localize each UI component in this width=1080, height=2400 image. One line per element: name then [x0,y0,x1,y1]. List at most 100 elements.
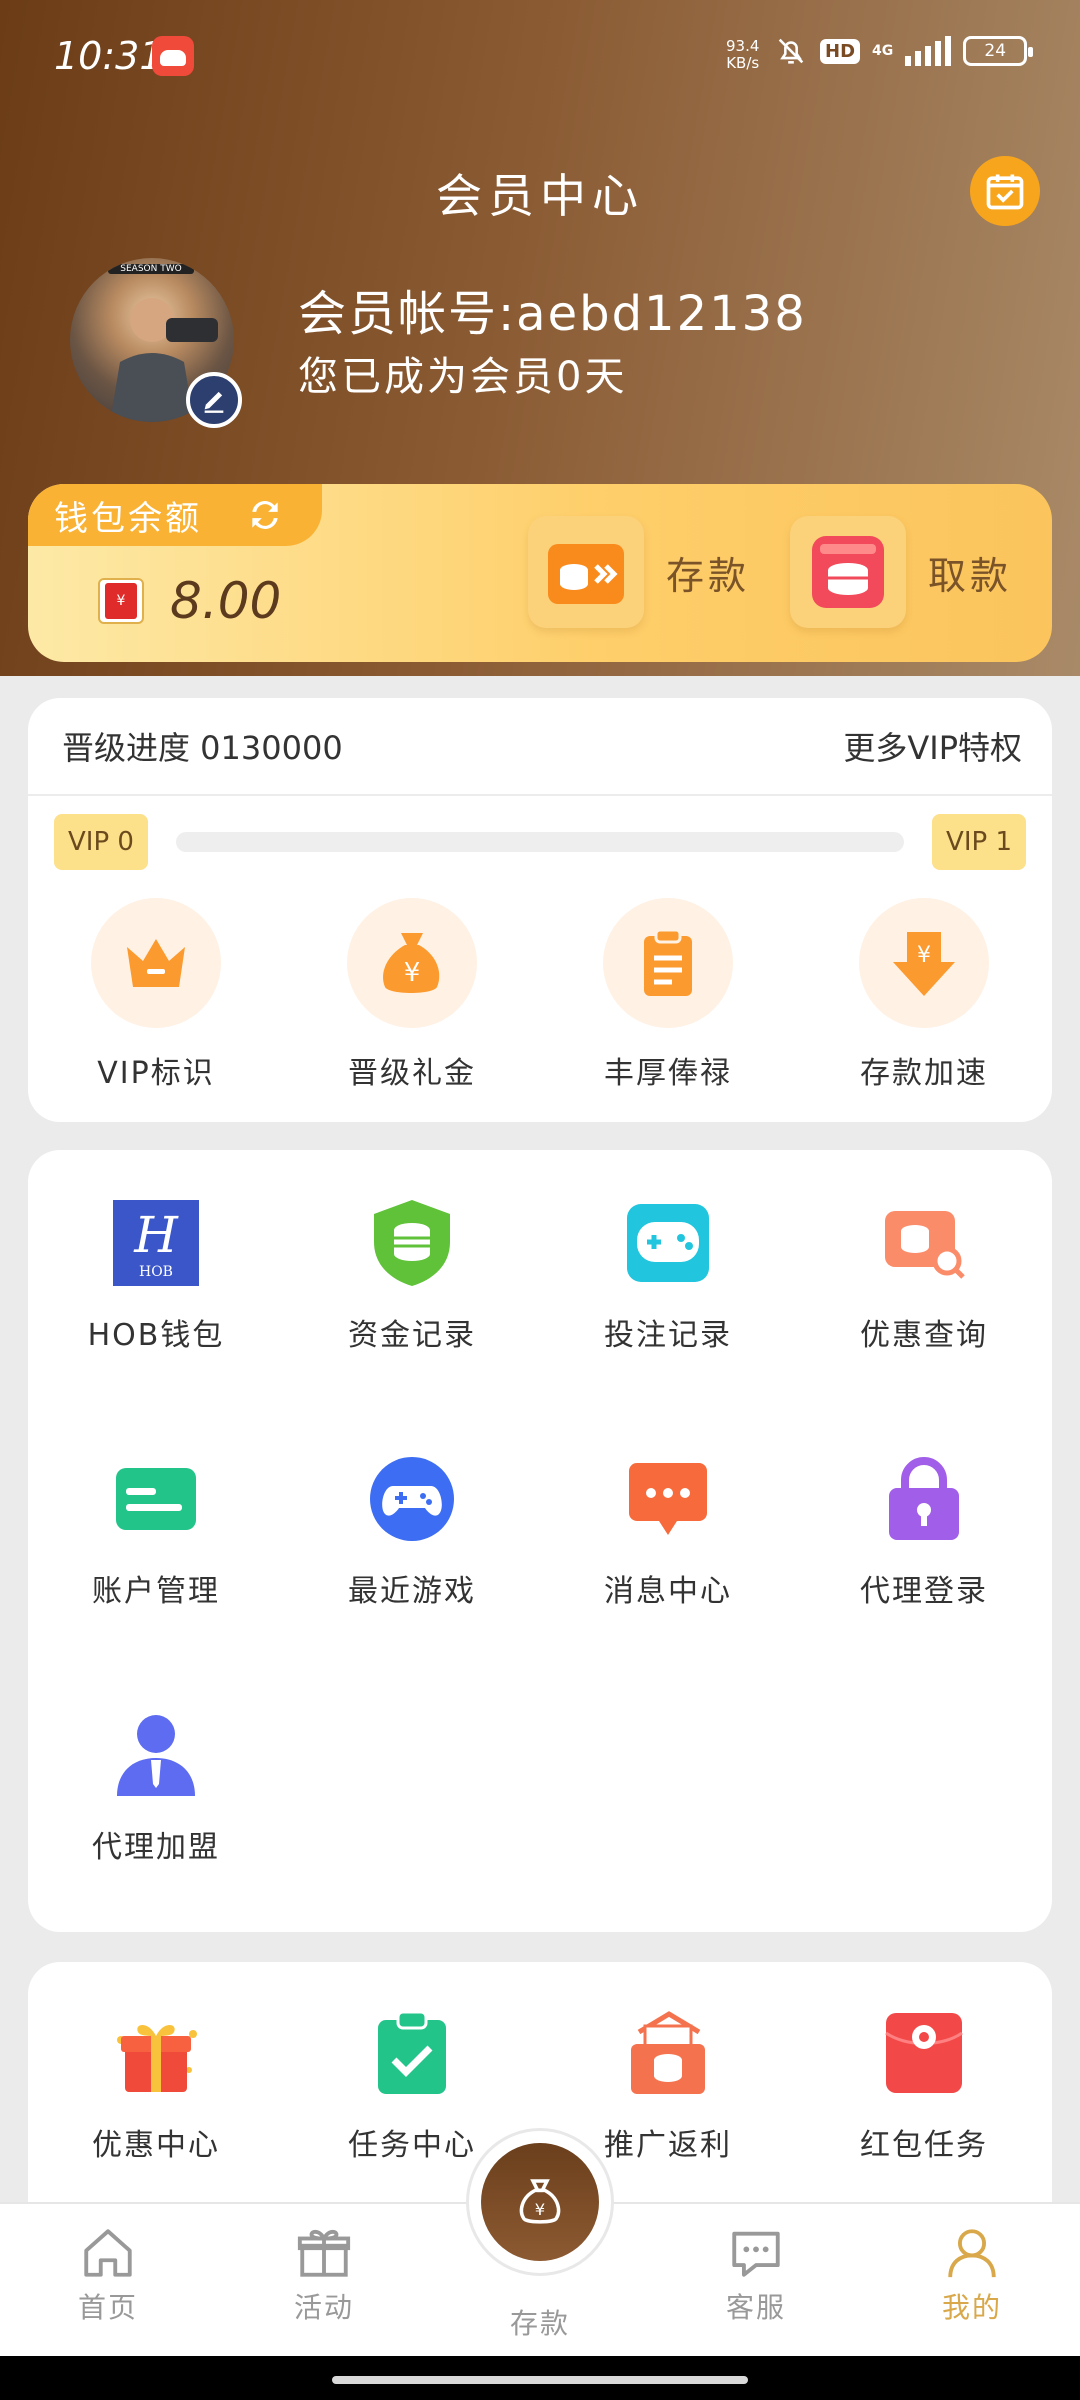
currency-symbol: ¥ [105,583,137,619]
app-notification-icon [152,36,194,76]
service-message-center[interactable]: 消息中心 [540,1454,796,1710]
vip-header: 晋级进度 0130000 更多VIP特权 [28,698,1052,796]
message-icon [623,1454,713,1544]
battery-level: 24 [984,41,1007,61]
coupon-search-icon [879,1198,969,1288]
agent-person-icon [111,1710,201,1800]
service-bet-records[interactable]: 投注记录 [540,1198,796,1454]
perk-label: 晋级礼金 [348,1056,476,1091]
hob-logo-text: H [133,1206,179,1264]
perk-vip-badge[interactable]: VIP标识 [28,898,284,1092]
status-bar: 10:31 93.4 KB/s HD 4G 24 [0,0,1080,110]
hd-icon: HD [820,38,861,64]
tab-label: 我的 [941,2291,1002,2324]
perk-label: 丰厚俸禄 [604,1056,732,1091]
withdraw-label: 取款 [928,553,1013,598]
services-grid: H HOB HOB钱包 资金记录 投注记录 优惠查询 账户管理 最近游戏 消息中… [28,1198,1052,1966]
perk-label: 存款加速 [860,1056,988,1091]
service-label: 代理登录 [860,1574,988,1609]
service-hob-wallet[interactable]: H HOB HOB钱包 [28,1198,284,1454]
tab-customer-service[interactable]: 客服 [648,2204,864,2356]
perk-deposit-boost[interactable]: ¥ 存款加速 [796,898,1052,1092]
more-vip-privileges-link[interactable]: 更多VIP特权 [843,723,1022,769]
tab-label: 存款 [509,2307,570,2340]
fund-shield-icon [367,1198,457,1288]
tab-mine[interactable]: 我的 [864,2204,1080,2356]
clipboard-icon [603,898,733,1028]
tab-label: 首页 [77,2291,138,2324]
service-agent-login[interactable]: 代理登录 [796,1454,1052,1710]
hob-logo-subtext: HOB [139,1264,173,1280]
service-promotion-query[interactable]: 优惠查询 [796,1198,1052,1454]
activity-label: 任务中心 [348,2128,476,2163]
wallet-balance: 8.00 [170,572,282,630]
vip-perks: VIP标识 ¥ 晋级礼金 丰厚俸禄 ¥ 存款加速 [28,898,1052,1092]
activity-label: 优惠中心 [92,2128,220,2163]
activity-label: 推广返利 [604,2128,732,2163]
deposit-button[interactable]: 存款 [528,516,750,628]
money-bag-icon: ¥ [347,898,477,1028]
bottom-tab-bar: 首页 活动 ¥ 存款 客服 我的 [0,2128,1080,2356]
balance-row: ¥ 8.00 [98,572,281,630]
wallet-label: 钱包余额 [54,498,202,539]
perk-label: VIP标识 [97,1056,215,1091]
status-time: 10:31 [54,34,164,78]
promotion-icon [623,2008,713,2098]
deposit-icon [528,516,644,628]
vip-progress-label: 晋级进度 0130000 [62,729,343,767]
deposit-label: 存款 [666,553,751,598]
wallet-card: 钱包余额 ¥ 8.00 存款 取款 [28,484,1052,662]
tab-home[interactable]: 首页 [0,2204,216,2356]
service-recent-games[interactable]: 最近游戏 [284,1454,540,1710]
service-label: 资金记录 [348,1318,476,1353]
perk-promotion-bonus[interactable]: ¥ 晋级礼金 [284,898,540,1092]
lock-icon [879,1454,969,1544]
gift-icon [111,2008,201,2098]
account-id: 会员帐号:aebd12138 [298,286,807,342]
vip-progress-bar [175,832,905,852]
pencil-icon [204,391,224,413]
services-card: H HOB HOB钱包 资金记录 投注记录 优惠查询 账户管理 最近游戏 消息中… [28,1150,1052,1932]
refresh-icon[interactable] [246,496,284,534]
user-icon [948,2229,996,2278]
tab-deposit[interactable]: ¥ 存款 [432,2128,648,2356]
service-account-management[interactable]: 账户管理 [28,1454,284,1710]
tab-label: 客服 [725,2291,786,2324]
service-fund-records[interactable]: 资金记录 [284,1198,540,1454]
avatar-caption: SEASON TWO [108,264,194,274]
page-title: 会员中心 [436,169,644,223]
service-label: 优惠查询 [860,1318,988,1353]
tab-label: 活动 [293,2291,354,2324]
chat-icon [732,2231,780,2277]
calendar-check-icon [986,174,1024,210]
svg-text:¥: ¥ [404,958,421,988]
service-label: 代理加盟 [92,1830,220,1865]
service-label: 消息中心 [604,1574,732,1609]
wallet-balance-tab: 钱包余额 [28,484,322,546]
service-agent-join[interactable]: 代理加盟 [28,1710,284,1966]
crown-icon [91,898,221,1028]
battery-icon: 24 [963,36,1034,66]
red-envelope-icon [879,2008,969,2098]
svg-text:¥: ¥ [535,2200,545,2219]
next-vip-level: VIP 1 [932,814,1026,870]
service-label: 最近游戏 [348,1574,476,1609]
vip-card: 晋级进度 0130000 更多VIP特权 VIP 0 VIP 1 VIP标识 ¥… [28,698,1052,1122]
service-label: 账户管理 [92,1574,220,1609]
card-icon [111,1454,201,1544]
deposit-fab[interactable]: ¥ [466,2128,614,2276]
yuan-icon: ¥ [98,578,144,624]
svg-text:¥: ¥ [917,943,931,968]
signal-icon [905,36,952,66]
calendar-check-button[interactable] [970,156,1040,226]
perk-salary[interactable]: 丰厚俸禄 [540,898,796,1092]
network-speed-unit: KB/s [726,54,760,72]
home-indicator[interactable] [332,2376,748,2384]
tab-activity[interactable]: 活动 [216,2204,432,2356]
edit-avatar-button[interactable] [186,372,242,428]
game-controller-icon [367,1454,457,1544]
withdraw-button[interactable]: 取款 [790,516,1012,628]
network-speed: 93.4 KB/s [726,38,759,72]
task-clipboard-icon [367,2008,457,2098]
deposit-arrow-icon: ¥ [859,898,989,1028]
